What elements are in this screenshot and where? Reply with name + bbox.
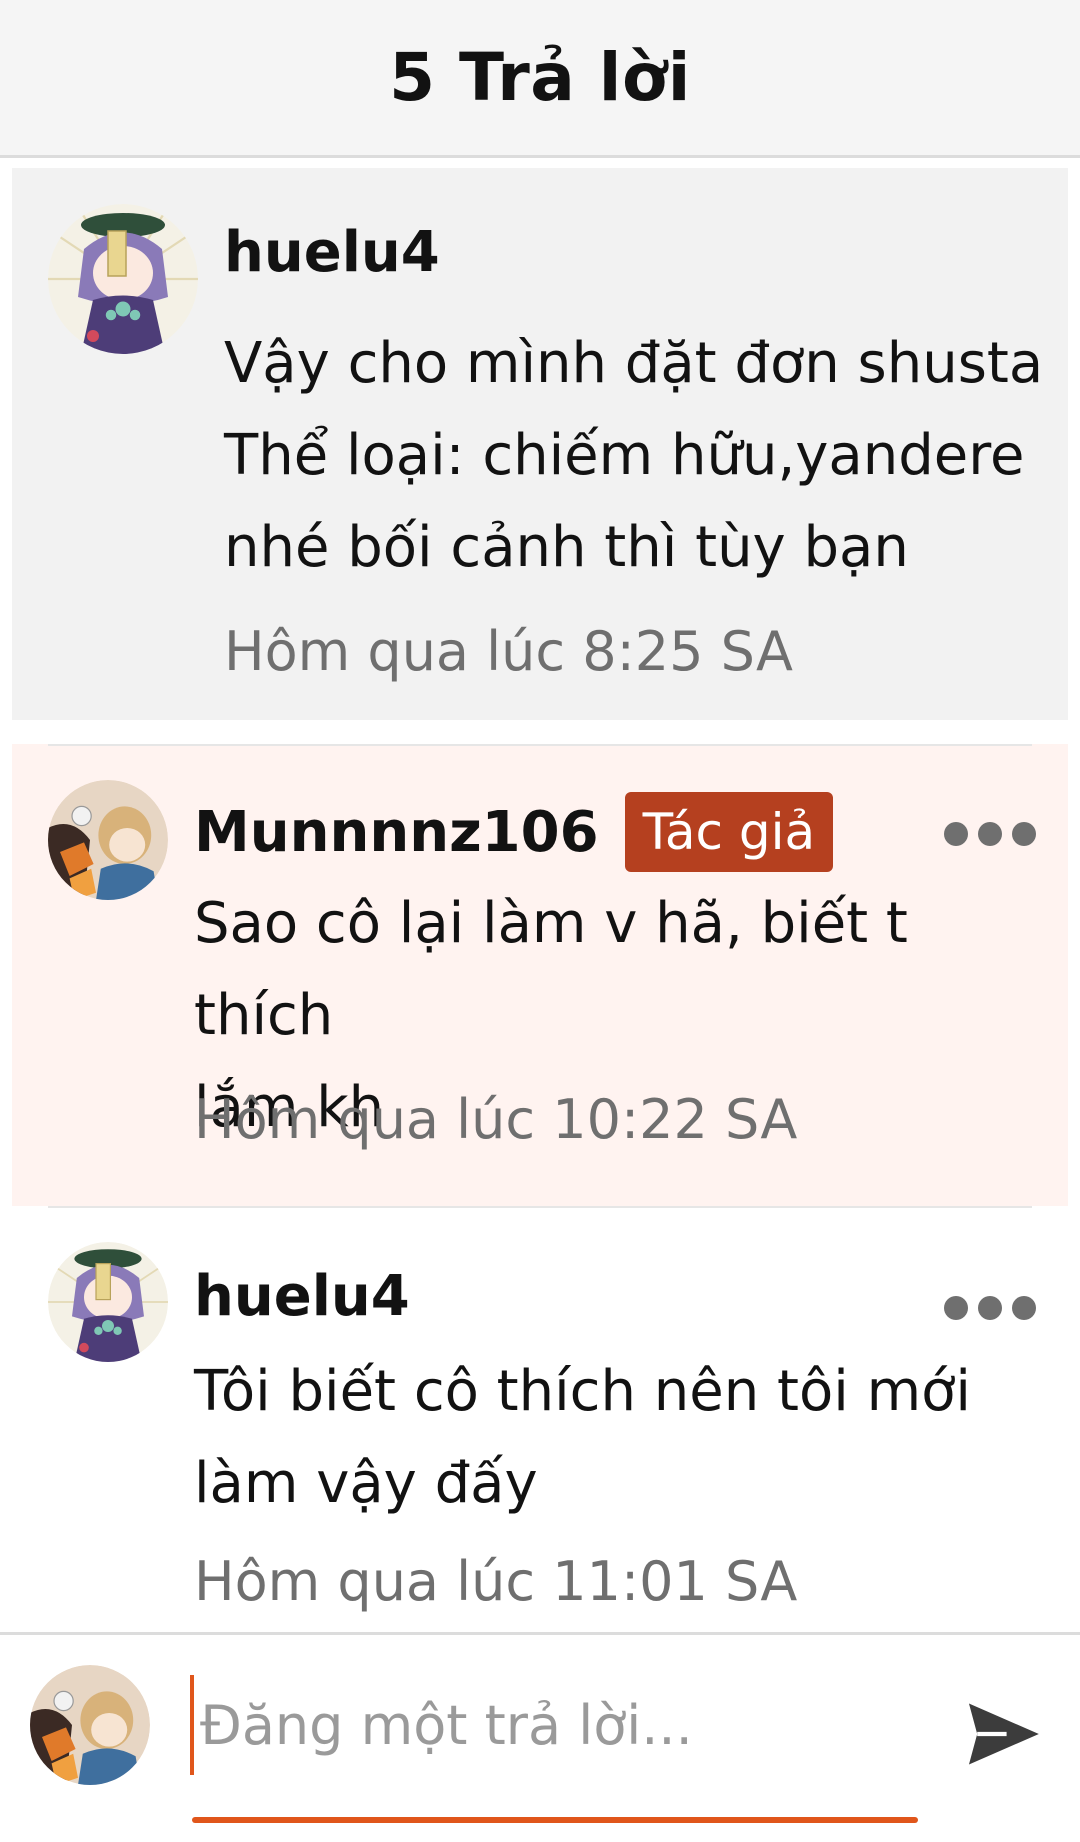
send-button[interactable]: [960, 1691, 1046, 1777]
input-focus-underline: [192, 1817, 918, 1823]
comment-text: Tôi biết cô thích nên tôi mới làm vậy đấ…: [194, 1359, 971, 1516]
dot: [1012, 822, 1036, 846]
avatar-purple-hair-character-icon: [48, 204, 198, 354]
username[interactable]: Munnnnz106: [194, 800, 599, 865]
avatar-orange-character-icon: [48, 780, 168, 900]
divider: [48, 744, 1032, 746]
dot: [1012, 1296, 1036, 1320]
thread-header: 5 Trả lời: [0, 0, 1080, 158]
comment-item-author[interactable]: Munnnnz106 Tác giả Sao cô lại làm v hã, …: [12, 744, 1068, 1206]
comment-header: huelu4: [194, 1264, 410, 1329]
avatar-orange-character-icon: [30, 1665, 150, 1785]
comment-text: Vậy cho mình đặt đơn shusta Thể loại: ch…: [224, 331, 1044, 580]
page-title: 5 Trả lời: [389, 39, 691, 116]
dot: [944, 822, 968, 846]
username[interactable]: huelu4: [194, 1264, 410, 1329]
comment-list: huelu4 Vậy cho mình đặt đơn shusta Thể l…: [12, 168, 1068, 1636]
avatar[interactable]: [48, 780, 168, 900]
reply-thread-screen: 5 Trả lời huelu4 Vậy cho mình đặt đơn sh…: [0, 0, 1080, 1842]
comment-item[interactable]: huelu4 Vậy cho mình đặt đơn shusta Thể l…: [12, 168, 1068, 720]
reply-input[interactable]: [190, 1675, 920, 1775]
avatar[interactable]: [48, 1242, 168, 1362]
divider: [48, 1206, 1032, 1208]
current-user-avatar: [30, 1665, 150, 1785]
dot: [944, 1296, 968, 1320]
dot: [978, 1296, 1002, 1320]
username[interactable]: huelu4: [224, 220, 440, 285]
comment-timestamp: Hôm qua lúc 10:22 SA: [194, 1088, 798, 1151]
avatar-purple-hair-character-icon: [48, 1242, 168, 1362]
dot: [978, 822, 1002, 846]
more-options-icon[interactable]: [944, 822, 1036, 846]
comment-timestamp: Hôm qua lúc 11:01 SA: [194, 1550, 798, 1613]
author-badge: Tác giả: [624, 792, 834, 872]
more-options-icon[interactable]: [944, 1296, 1036, 1320]
avatar[interactable]: [48, 204, 198, 354]
comment-header: Munnnnz106 Tác giả: [194, 792, 834, 872]
comment-header: huelu4: [224, 220, 440, 285]
comment-item[interactable]: huelu4 Tôi biết cô thích nên tôi mới làm…: [12, 1206, 1068, 1636]
reply-composer: [0, 1632, 1080, 1842]
comment-timestamp: Hôm qua lúc 8:25 SA: [224, 620, 793, 683]
send-icon: [968, 1703, 1039, 1765]
